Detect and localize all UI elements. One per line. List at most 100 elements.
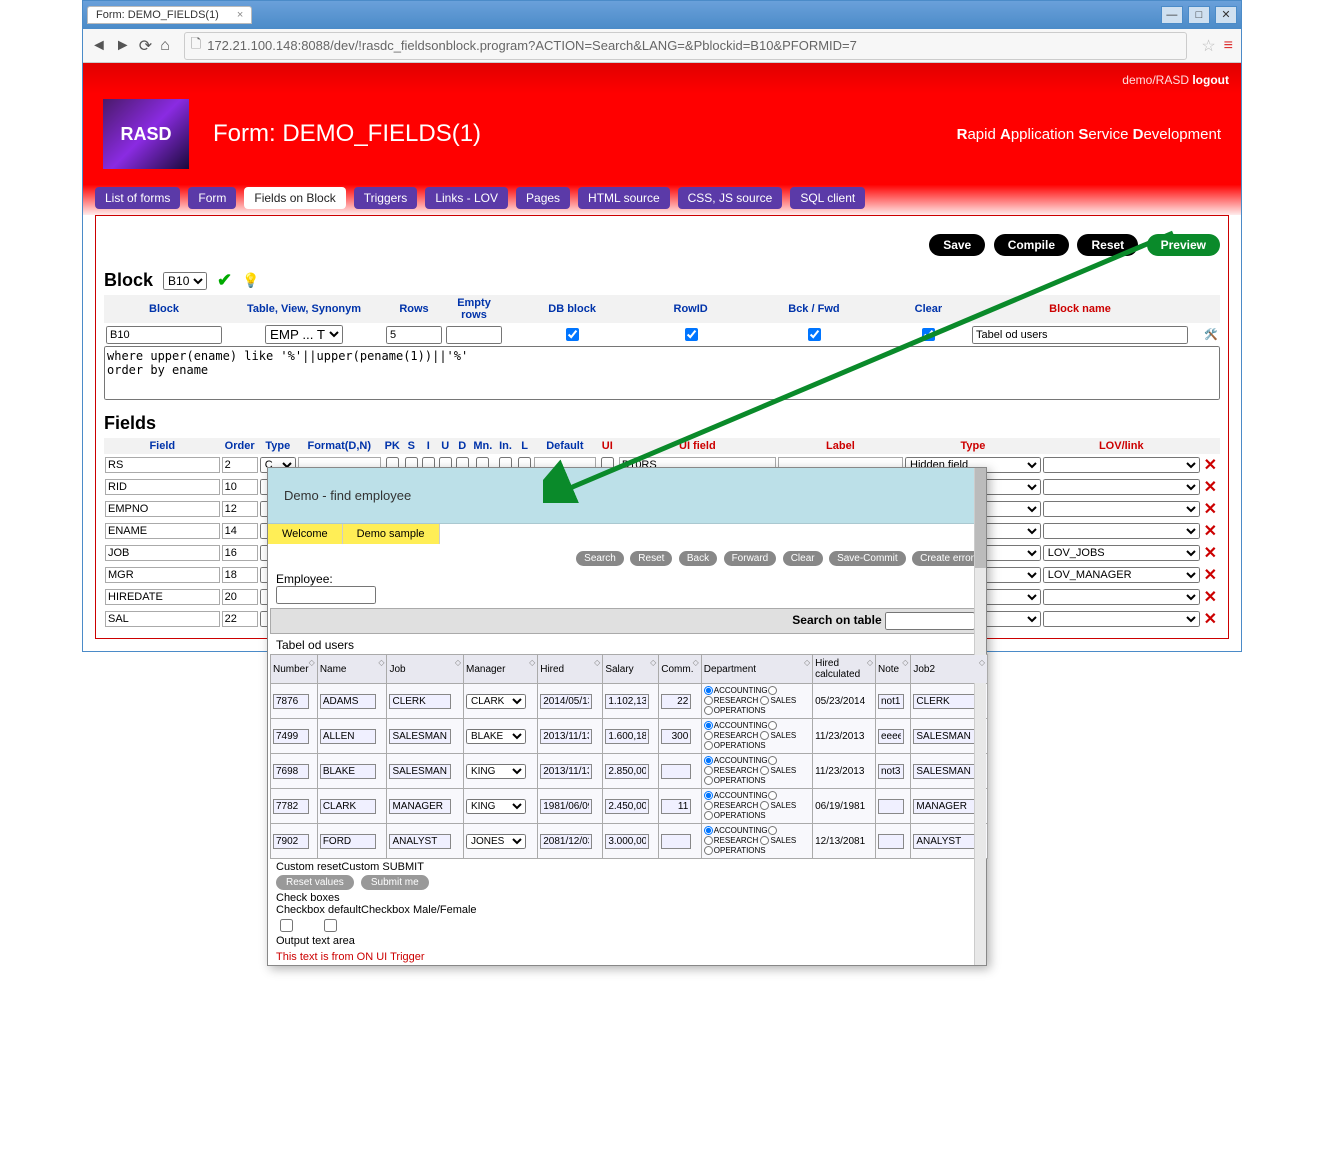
block-sql-textarea[interactable]: where upper(ename) like '%'||upper(penam… [104, 346, 1220, 400]
reset-values-button[interactable]: Reset values [276, 875, 354, 890]
emp-dept-cell[interactable]: ACCOUNTINGRESEARCH SALESOPERATIONS [704, 756, 810, 786]
field-delete-icon[interactable]: ✕ [1201, 608, 1220, 630]
page-info-icon[interactable]: 🗋 [191, 35, 201, 57]
emp-mgr-select[interactable]: KING [466, 799, 526, 814]
emp-job2-input[interactable] [913, 729, 975, 744]
emp-dept-cell[interactable]: ACCOUNTINGRESEARCH SALESOPERATIONS [704, 826, 810, 856]
submit-me-button[interactable]: Submit me [361, 875, 429, 890]
compile-button[interactable]: Compile [994, 234, 1069, 256]
field-name-input[interactable] [105, 545, 220, 561]
emp-col-name[interactable]: Name◇ [317, 655, 387, 684]
field-order-input[interactable] [222, 567, 258, 583]
tab-triggers[interactable]: Triggers [354, 187, 418, 209]
emp-job2-input[interactable] [913, 834, 975, 849]
block-bckfwd-checkbox[interactable] [808, 328, 821, 341]
checkbox-default[interactable] [280, 919, 293, 932]
emp-comm-input[interactable] [661, 799, 691, 814]
logout-link[interactable]: logout [1192, 73, 1229, 87]
emp-comm-input[interactable] [661, 834, 691, 849]
tab-css-js-source[interactable]: CSS, JS source [678, 187, 783, 209]
field-lov-select[interactable]: LOV_MANAGER [1043, 567, 1200, 583]
field-lov-select[interactable] [1043, 611, 1200, 627]
emp-comm-input[interactable] [661, 729, 691, 744]
emp-hired-input[interactable] [540, 799, 592, 814]
tab-pages[interactable]: Pages [516, 187, 570, 209]
field-lov-select[interactable]: LOV_JOBS [1043, 545, 1200, 561]
field-lov-select[interactable] [1043, 501, 1200, 517]
block-rowid-checkbox[interactable] [685, 328, 698, 341]
block-tvs-select[interactable]: EMP ... T [265, 325, 343, 344]
emp-num-input[interactable] [273, 799, 309, 814]
demo-clear-button[interactable]: Clear [783, 551, 823, 566]
checkbox-mf[interactable] [324, 919, 337, 932]
emp-dept-cell[interactable]: ACCOUNTINGRESEARCH SALESOPERATIONS [704, 721, 810, 751]
field-delete-icon[interactable]: ✕ [1201, 498, 1220, 520]
emp-note-input[interactable] [878, 764, 904, 779]
field-delete-icon[interactable]: ✕ [1201, 476, 1220, 498]
check-icon[interactable]: ✔ [217, 270, 232, 291]
field-order-input[interactable] [222, 611, 258, 627]
tab-html-source[interactable]: HTML source [578, 187, 670, 209]
close-tab-icon[interactable]: × [237, 9, 243, 21]
emp-num-input[interactable] [273, 764, 309, 779]
url-bar[interactable]: 🗋 172.21.100.148:8088/dev/!rasdc_fieldso… [184, 32, 1188, 60]
field-name-input[interactable] [105, 611, 220, 627]
back-icon[interactable]: ◄ [91, 37, 107, 55]
emp-num-input[interactable] [273, 694, 309, 709]
tab-list-of-forms[interactable]: List of forms [95, 187, 180, 209]
emp-col-mgr[interactable]: Manager◇ [463, 655, 537, 684]
field-order-input[interactable] [222, 479, 258, 495]
employee-input[interactable] [276, 586, 376, 604]
emp-dept-cell[interactable]: ACCOUNTINGRESEARCH SALESOPERATIONS [704, 791, 810, 821]
emp-mgr-select[interactable]: JONES [466, 834, 526, 849]
emp-comm-input[interactable] [661, 764, 691, 779]
field-name-input[interactable] [105, 567, 220, 583]
demo-create-error-button[interactable]: Create error [912, 551, 982, 566]
emp-job-input[interactable] [389, 729, 451, 744]
forward-icon[interactable]: ► [115, 37, 131, 55]
window-maximize-icon[interactable]: □ [1188, 6, 1210, 24]
emp-sal-input[interactable] [605, 729, 649, 744]
home-icon[interactable]: ⌂ [160, 37, 170, 55]
field-delete-icon[interactable]: ✕ [1201, 564, 1220, 586]
emp-name-input[interactable] [320, 729, 376, 744]
field-order-input[interactable] [222, 545, 258, 561]
emp-dept-cell[interactable]: ACCOUNTINGRESEARCH SALESOPERATIONS [704, 686, 810, 716]
emp-note-input[interactable] [878, 694, 904, 709]
field-name-input[interactable] [105, 479, 220, 495]
emp-mgr-select[interactable]: KING [466, 764, 526, 779]
emp-name-input[interactable] [320, 764, 376, 779]
emp-mgr-select[interactable]: CLARK [466, 694, 526, 709]
emp-name-input[interactable] [320, 799, 376, 814]
block-rows-input[interactable] [386, 326, 442, 344]
preview-button[interactable]: Preview [1147, 234, 1220, 256]
field-lov-select[interactable] [1043, 479, 1200, 495]
field-delete-icon[interactable]: ✕ [1201, 542, 1220, 564]
field-order-input[interactable] [222, 589, 258, 605]
emp-job-input[interactable] [389, 764, 451, 779]
block-db-checkbox[interactable] [566, 328, 579, 341]
bookmark-icon[interactable]: ☆ [1201, 36, 1215, 56]
menu-icon[interactable]: ≡ [1224, 37, 1233, 55]
emp-sal-input[interactable] [605, 834, 649, 849]
block-empty-input[interactable] [446, 326, 502, 344]
emp-num-input[interactable] [273, 834, 309, 849]
hint-icon[interactable]: 💡 [242, 272, 259, 289]
emp-job2-input[interactable] [913, 694, 975, 709]
block-name-input[interactable] [106, 326, 222, 344]
field-name-input[interactable] [105, 501, 220, 517]
emp-col-job[interactable]: Job◇ [387, 655, 464, 684]
block-settings-icon[interactable]: 🛠️ [1204, 329, 1218, 341]
emp-sal-input[interactable] [605, 764, 649, 779]
emp-col-comm[interactable]: Comm.◇ [659, 655, 702, 684]
emp-hired-input[interactable] [540, 764, 592, 779]
emp-job-input[interactable] [389, 694, 451, 709]
emp-sal-input[interactable] [605, 694, 649, 709]
demo-save-commit-button[interactable]: Save-Commit [829, 551, 906, 566]
save-button[interactable]: Save [929, 234, 985, 256]
field-order-input[interactable] [222, 523, 258, 539]
emp-col-note[interactable]: Note◇ [875, 655, 910, 684]
emp-name-input[interactable] [320, 834, 376, 849]
demo-search-button[interactable]: Search [576, 551, 624, 566]
emp-job2-input[interactable] [913, 799, 975, 814]
